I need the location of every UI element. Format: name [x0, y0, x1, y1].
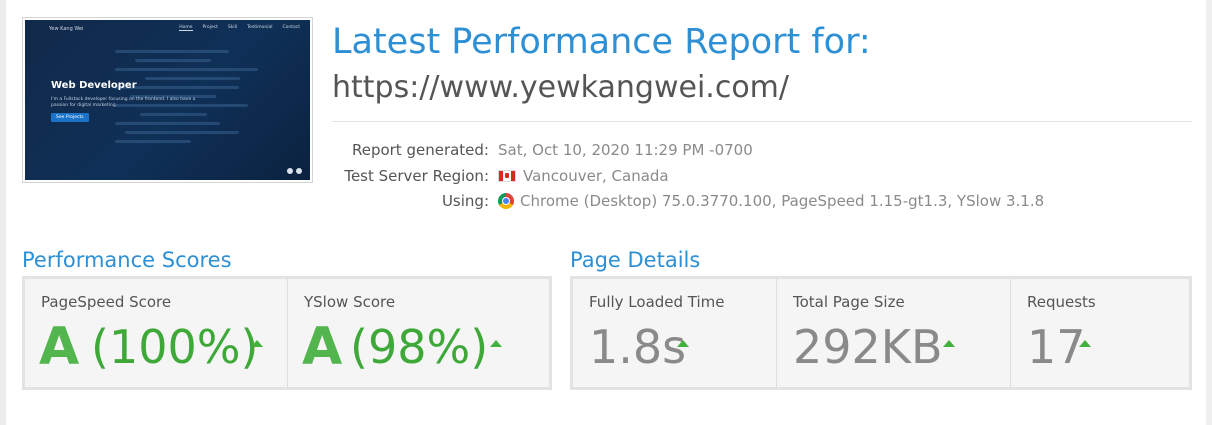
trend-up-icon — [251, 340, 263, 347]
trend-up-icon — [677, 340, 689, 347]
pagespeed-percent: (100%) — [91, 320, 259, 374]
thumbnail-hero-subtitle: I'm a Fullstack developer focusing on th… — [51, 97, 196, 108]
scrollbar-track[interactable] — [1206, 0, 1212, 425]
trend-up-icon — [490, 340, 502, 347]
page-details-title: Page Details — [570, 248, 701, 272]
canada-flag-icon — [498, 170, 516, 182]
thumbnail-site-name: Yew Kang Wei — [49, 26, 84, 32]
page-details-box: Fully Loaded Time 1.8s Total Page Size 2… — [570, 276, 1192, 390]
requests-label: Requests — [1027, 293, 1096, 311]
pagespeed-score-label: PageSpeed Score — [41, 293, 172, 311]
total-page-size-cell[interactable]: Total Page Size 292KB — [776, 279, 1010, 387]
fully-loaded-time-value: 1.8s — [589, 320, 687, 374]
meta-label: Test Server Region: — [344, 167, 489, 185]
thumbnail-nav-item: Contact — [282, 25, 300, 30]
yslow-percent: (98%) — [350, 320, 489, 374]
thumbnail-nav-item: Testimonial — [247, 25, 273, 30]
report-title: Latest Performance Report for: — [332, 22, 871, 62]
meta-using: Using: Chrome (Desktop) 75.0.3770.100, P… — [332, 192, 1192, 212]
site-screenshot-thumbnail[interactable]: Yew Kang Wei Home Project Skill Testimon… — [22, 17, 313, 183]
total-page-size-label: Total Page Size — [793, 293, 905, 311]
yslow-score-cell[interactable]: YSlow Score A (98%) — [287, 279, 549, 387]
yslow-grade: A — [302, 317, 343, 377]
thumbnail-nav: Home Project Skill Testimonial Contact — [179, 25, 300, 31]
meta-label: Using: — [441, 192, 489, 210]
meta-region: Test Server Region: Vancouver, Canada — [332, 167, 1192, 187]
pagespeed-grade: A — [39, 317, 80, 377]
meta-value: Vancouver, Canada — [498, 167, 669, 185]
trend-up-icon — [1079, 340, 1091, 347]
header-divider — [332, 121, 1192, 122]
trend-up-icon — [943, 340, 955, 347]
github-icon — [287, 168, 293, 174]
yslow-score-label: YSlow Score — [304, 293, 396, 311]
requests-value: 17 — [1027, 320, 1086, 374]
thumbnail-hero-title: Web Developer — [51, 80, 137, 91]
thumbnail-hero-button: See Projects — [51, 113, 89, 122]
performance-scores-box: PageSpeed Score A (100%) YSlow Score A (… — [22, 276, 552, 390]
report-url[interactable]: https://www.yewkangwei.com/ — [332, 70, 789, 105]
thumbnail-nav-item: Skill — [227, 25, 238, 30]
requests-cell[interactable]: Requests 17 — [1010, 279, 1189, 387]
total-page-size-value: 292KB — [793, 320, 943, 374]
thumbnail-nav-item: Home — [179, 25, 193, 31]
thumbnail-hero: Yew Kang Wei Home Project Skill Testimon… — [25, 20, 310, 180]
fully-loaded-time-label: Fully Loaded Time — [589, 293, 725, 311]
chrome-icon — [498, 193, 514, 209]
linkedin-icon — [296, 168, 302, 174]
thumbnail-code-background — [115, 50, 305, 170]
meta-label: Report generated: — [351, 141, 489, 159]
meta-value: Sat, Oct 10, 2020 11:29 PM -0700 — [498, 141, 753, 159]
pagespeed-score-cell[interactable]: PageSpeed Score A (100%) — [25, 279, 287, 387]
left-edge — [0, 0, 6, 425]
meta-report-generated: Report generated: Sat, Oct 10, 2020 11:2… — [332, 141, 1192, 161]
thumbnail-nav-item: Project — [202, 25, 218, 30]
meta-value: Chrome (Desktop) 75.0.3770.100, PageSpee… — [498, 192, 1044, 210]
fully-loaded-time-cell[interactable]: Fully Loaded Time 1.8s — [573, 279, 776, 387]
performance-scores-title: Performance Scores — [22, 248, 232, 272]
thumbnail-social-icons — [287, 168, 302, 174]
